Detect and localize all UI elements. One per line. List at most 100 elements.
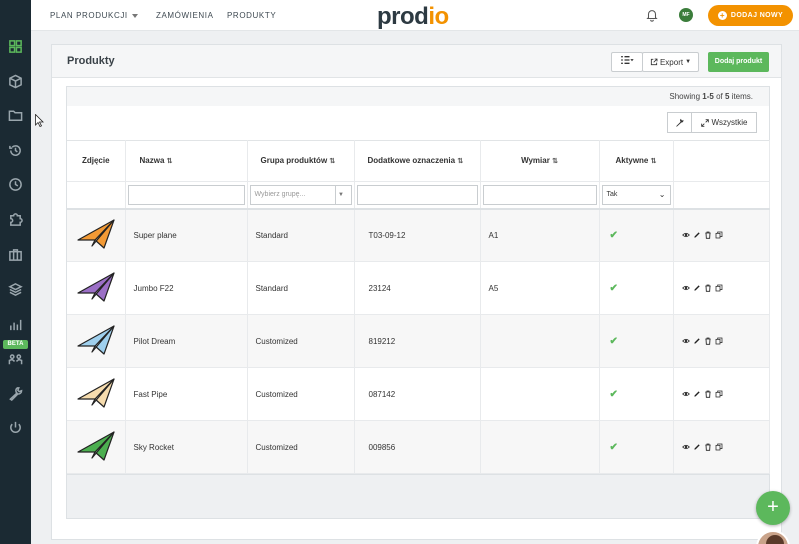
copy-icon[interactable] <box>715 443 723 451</box>
product-group: Customized <box>247 314 355 368</box>
add-product-button[interactable]: Dodaj produkt <box>708 52 769 72</box>
paper-plane-icon <box>77 325 115 355</box>
copy-icon[interactable] <box>715 337 723 345</box>
product-code: 087142 <box>354 367 481 421</box>
chevron-down-icon[interactable] <box>132 14 138 18</box>
prodio-logo[interactable]: prodio <box>377 3 449 31</box>
wrench-icon[interactable] <box>0 379 31 407</box>
table-row: Sky Rocket Customized 009856 ✔ <box>67 420 770 474</box>
wrench-icon <box>676 118 684 127</box>
bar-chart-icon[interactable] <box>0 310 31 338</box>
product-name[interactable]: Sky Rocket <box>125 420 248 474</box>
product-image[interactable] <box>67 261 126 315</box>
user-avatar[interactable]: MF <box>679 8 693 22</box>
eye-icon[interactable] <box>681 231 690 239</box>
folder-icon[interactable] <box>0 101 31 129</box>
caret-down-icon: ▼ <box>685 59 692 65</box>
row-actions <box>673 314 770 368</box>
product-group: Standard <box>247 208 355 262</box>
trash-icon[interactable] <box>704 337 712 345</box>
show-all-button[interactable]: Wszystkie <box>691 112 757 133</box>
sort-icon: ⇅ <box>457 157 464 165</box>
pencil-icon[interactable] <box>693 284 701 292</box>
mouse-cursor-icon <box>35 114 44 127</box>
grid-summary: Showing 1-5 of 5 items. <box>669 92 753 101</box>
list-icon <box>621 56 634 64</box>
name-filter-input[interactable] <box>127 184 245 205</box>
col-extra[interactable]: Dodatkowe oznaczenia ⇅ <box>354 140 481 182</box>
col-name[interactable]: Nazwa ⇅ <box>125 140 248 182</box>
product-image[interactable] <box>67 208 126 262</box>
grid-summary-bar <box>67 87 769 106</box>
export-button[interactable]: Export ▼ <box>642 52 699 72</box>
trash-icon[interactable] <box>704 284 712 292</box>
top-navbar: PLAN PRODUKCJI ZAMÓWIENIA PRODUKTY prodi… <box>31 0 799 31</box>
products-grid: Showing 1-5 of 5 items. Wszystkie Zdjęci… <box>66 86 770 519</box>
row-actions <box>673 367 770 421</box>
sort-icon: ⇅ <box>329 157 336 165</box>
puzzle-icon[interactable] <box>0 205 31 233</box>
eye-icon[interactable] <box>681 443 690 451</box>
clock-icon[interactable] <box>0 170 31 198</box>
check-icon: ✔ <box>609 335 618 347</box>
history-icon[interactable] <box>0 136 31 164</box>
copy-icon[interactable] <box>715 390 723 398</box>
product-code: T03-09-12 <box>354 208 481 262</box>
product-name[interactable]: Pilot Dream <box>125 314 248 368</box>
product-image[interactable] <box>67 420 126 474</box>
grid-icon[interactable] <box>0 32 31 60</box>
product-group: Customized <box>247 367 355 421</box>
eye-icon[interactable] <box>681 284 690 292</box>
product-code: 23124 <box>354 261 481 315</box>
extra-filter-input[interactable] <box>356 184 478 205</box>
product-code: 819212 <box>354 314 481 368</box>
column-chooser-button[interactable] <box>611 52 643 72</box>
bell-icon[interactable] <box>645 8 659 22</box>
check-icon: ✔ <box>609 441 618 453</box>
product-image[interactable] <box>67 314 126 368</box>
pencil-icon[interactable] <box>693 231 701 239</box>
product-name[interactable]: Jumbo F22 <box>125 261 248 315</box>
pencil-icon[interactable] <box>693 443 701 451</box>
trash-icon[interactable] <box>704 390 712 398</box>
sort-icon: ⇅ <box>552 157 558 165</box>
briefcase-icon[interactable] <box>0 240 31 268</box>
page-title: Produkty <box>67 55 115 67</box>
pencil-icon[interactable] <box>693 337 701 345</box>
active-filter-select[interactable]: Tak ⌄ <box>601 184 671 205</box>
layers-icon[interactable] <box>0 275 31 303</box>
copy-icon[interactable] <box>715 231 723 239</box>
add-new-button[interactable]: + DODAJ NOWY <box>708 5 793 26</box>
team-icon[interactable] <box>0 345 31 373</box>
floating-add-button[interactable]: + <box>756 491 790 525</box>
product-name[interactable]: Super plane <box>125 208 248 262</box>
dimension-filter-input[interactable] <box>482 184 597 205</box>
paper-plane-icon <box>77 378 115 408</box>
table-row: Pilot Dream Customized 819212 ✔ <box>67 314 770 368</box>
col-photo: Zdjęcie <box>67 140 126 182</box>
col-dimension[interactable]: Wymiar ⇅ <box>480 140 600 182</box>
nav-plan-produkcji[interactable]: PLAN PRODUKCJI <box>50 11 128 20</box>
power-icon[interactable] <box>0 413 31 441</box>
product-image[interactable] <box>67 367 126 421</box>
col-group[interactable]: Grupa produktów ⇅ <box>247 140 355 182</box>
trash-icon[interactable] <box>704 443 712 451</box>
sort-icon: ⇅ <box>650 157 657 165</box>
eye-icon[interactable] <box>681 390 690 398</box>
eye-icon[interactable] <box>681 337 690 345</box>
col-active[interactable]: Aktywne ⇅ <box>599 140 674 182</box>
pencil-icon[interactable] <box>693 390 701 398</box>
product-dimension <box>480 314 600 368</box>
group-filter-select[interactable]: Wybierz grupę... ▼ <box>249 184 352 205</box>
cube-icon[interactable] <box>0 67 31 95</box>
product-name[interactable]: Fast Pipe <box>125 367 248 421</box>
product-dimension: A5 <box>480 261 600 315</box>
product-group: Standard <box>247 261 355 315</box>
filter-row: Wybierz grupę... ▼ Tak ⌄ <box>67 181 770 210</box>
product-dimension <box>480 367 600 421</box>
nav-zamowienia[interactable]: ZAMÓWIENIA <box>156 11 214 20</box>
copy-icon[interactable] <box>715 284 723 292</box>
settings-wrench-button[interactable] <box>667 112 692 133</box>
nav-produkty[interactable]: PRODUKTY <box>227 11 276 20</box>
trash-icon[interactable] <box>704 231 712 240</box>
